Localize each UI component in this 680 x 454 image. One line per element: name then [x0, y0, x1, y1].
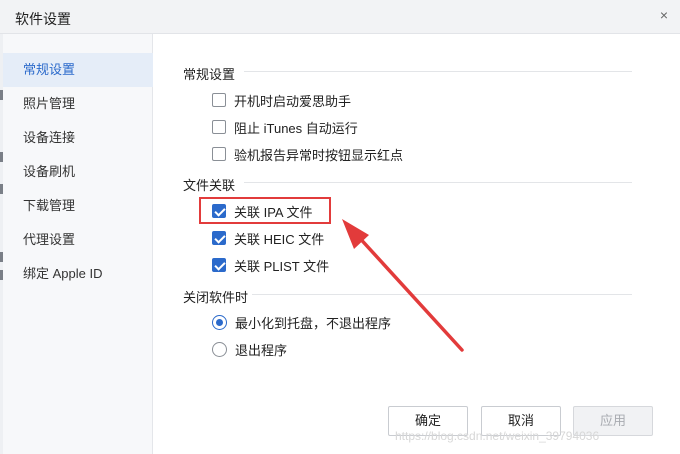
- watermark: https://blog.csdn.net/weixin_39794036: [395, 429, 600, 443]
- annotation-arrow-icon: [342, 219, 464, 352]
